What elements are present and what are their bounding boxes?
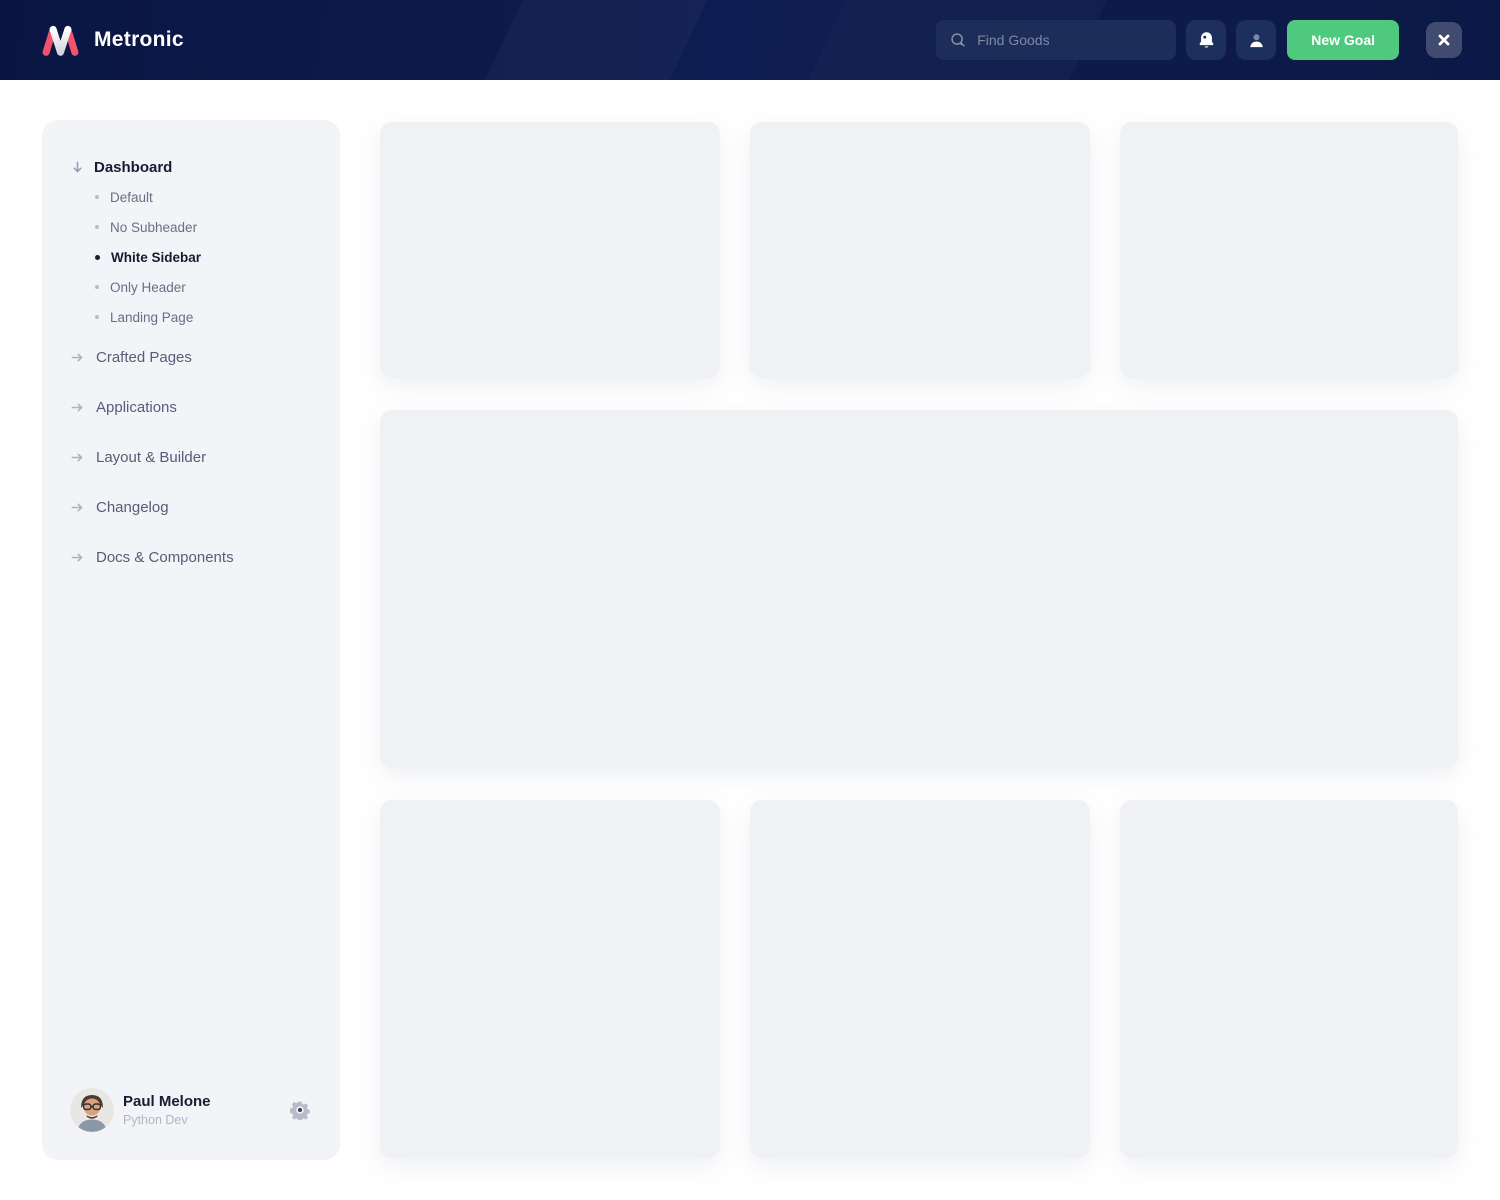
arrow-down-icon <box>70 160 85 175</box>
search-box[interactable] <box>936 20 1177 60</box>
placeholder-card-wide <box>380 410 1458 768</box>
placeholder-card-top-3 <box>1120 122 1458 378</box>
sidebar-item-white-sidebar[interactable]: White Sidebar <box>42 242 340 272</box>
placeholder-card-bottom-2 <box>750 800 1090 1158</box>
sidebar-item-label: Docs & Components <box>96 548 234 566</box>
sidebar-item-label: Default <box>110 189 153 205</box>
arrow-right-icon <box>70 350 85 365</box>
placeholder-card-bottom-3 <box>1120 800 1458 1158</box>
sidebar: Dashboard Default No Subheader White Sid… <box>42 120 340 1160</box>
user-card[interactable]: Paul Melone Python Dev <box>70 1088 312 1132</box>
sidebar-item-no-subheader[interactable]: No Subheader <box>42 212 340 242</box>
arrow-right-icon <box>70 450 85 465</box>
notifications-button[interactable] <box>1186 20 1227 60</box>
profile-button[interactable] <box>1236 20 1277 60</box>
search-input[interactable] <box>977 32 1164 48</box>
sidebar-item-dashboard[interactable]: Dashboard <box>42 152 340 182</box>
gear-icon <box>290 1100 310 1120</box>
user-role: Python Dev <box>123 1113 188 1127</box>
sidebar-item-docs-components[interactable]: Docs & Components <box>42 532 340 582</box>
sidebar-item-label: Dashboard <box>94 158 173 176</box>
sidebar-menu: Dashboard Default No Subheader White Sid… <box>42 120 340 582</box>
bullet-icon <box>95 254 100 260</box>
header-actions: New Goal <box>936 20 1462 60</box>
settings-button[interactable] <box>288 1098 312 1122</box>
search-icon <box>949 31 967 49</box>
arrow-right-icon <box>70 500 85 515</box>
placeholder-card-top-1 <box>380 122 720 378</box>
sidebar-item-crafted-pages[interactable]: Crafted Pages <box>42 332 340 382</box>
close-button[interactable] <box>1426 22 1462 58</box>
bell-icon <box>1196 30 1217 51</box>
app-header: Metronic Find Goods New Goal <box>0 0 1500 80</box>
sidebar-item-applications[interactable]: Applications <box>42 382 340 432</box>
placeholder-card-bottom-1 <box>380 800 720 1158</box>
user-icon <box>1246 30 1267 51</box>
brand[interactable]: Metronic <box>42 25 184 56</box>
sidebar-item-label: Landing Page <box>110 309 194 325</box>
sidebar-item-default[interactable]: Default <box>42 182 340 212</box>
new-goal-button[interactable]: New Goal <box>1287 20 1399 60</box>
bullet-icon <box>95 315 99 319</box>
sidebar-item-label: White Sidebar <box>111 249 202 265</box>
sidebar-item-label: No Subheader <box>110 219 198 235</box>
arrow-right-icon <box>70 400 85 415</box>
sidebar-item-label: Crafted Pages <box>96 348 192 366</box>
bullet-icon <box>95 225 99 229</box>
brand-name: Metronic <box>94 28 184 51</box>
sidebar-item-only-header[interactable]: Only Header <box>42 272 340 302</box>
sidebar-item-label: Layout & Builder <box>96 448 207 466</box>
sidebar-item-label: Only Header <box>110 279 186 295</box>
placeholder-card-top-2 <box>750 122 1090 378</box>
metronic-m-logo-icon <box>42 25 79 56</box>
sidebar-item-landing-page[interactable]: Landing Page <box>42 302 340 332</box>
avatar <box>70 1088 114 1132</box>
sidebar-item-layout-builder[interactable]: Layout & Builder <box>42 432 340 482</box>
bullet-icon <box>95 285 99 289</box>
sidebar-item-label: Changelog <box>96 498 169 516</box>
user-name: Paul Melone <box>123 1093 211 1110</box>
sidebar-item-changelog[interactable]: Changelog <box>42 482 340 532</box>
user-info: Paul Melone Python Dev <box>123 1093 211 1127</box>
arrow-right-icon <box>70 550 85 565</box>
bullet-icon <box>95 195 99 199</box>
sidebar-item-label: Applications <box>96 398 177 416</box>
close-icon <box>1436 32 1452 48</box>
